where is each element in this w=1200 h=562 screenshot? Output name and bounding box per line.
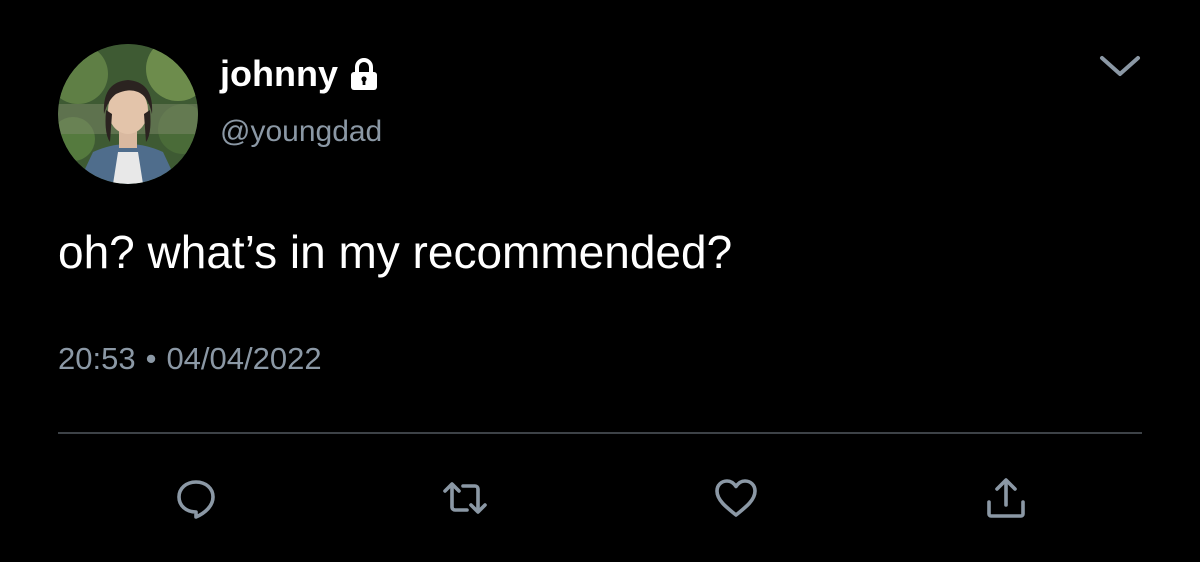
lock-icon — [344, 54, 384, 94]
like-button[interactable] — [712, 474, 760, 522]
divider — [58, 432, 1142, 434]
tweet-card: johnny @youngdad oh? what’s in my recomm… — [0, 0, 1200, 562]
avatar[interactable] — [58, 44, 198, 184]
like-icon — [715, 479, 757, 517]
share-icon — [987, 478, 1025, 518]
tweet-time: 20:53 — [58, 341, 136, 376]
tweet-text: oh? what’s in my recommended? — [58, 226, 733, 278]
tweet-date: 04/04/2022 — [166, 341, 322, 376]
display-name-row[interactable]: johnny — [220, 52, 384, 96]
chevron-down-icon[interactable] — [1096, 50, 1144, 82]
retweet-icon — [443, 482, 487, 514]
tweet-timestamp[interactable]: 20:53 • 04/04/2022 — [58, 338, 322, 380]
reply-icon — [177, 480, 215, 519]
profile-photo — [58, 44, 198, 184]
share-button[interactable] — [982, 474, 1030, 522]
retweet-button[interactable] — [441, 474, 489, 522]
reply-button[interactable] — [172, 474, 220, 522]
meta-separator: • — [145, 341, 157, 376]
display-name[interactable]: johnny — [220, 52, 338, 96]
user-handle[interactable]: @youngdad — [220, 112, 382, 152]
